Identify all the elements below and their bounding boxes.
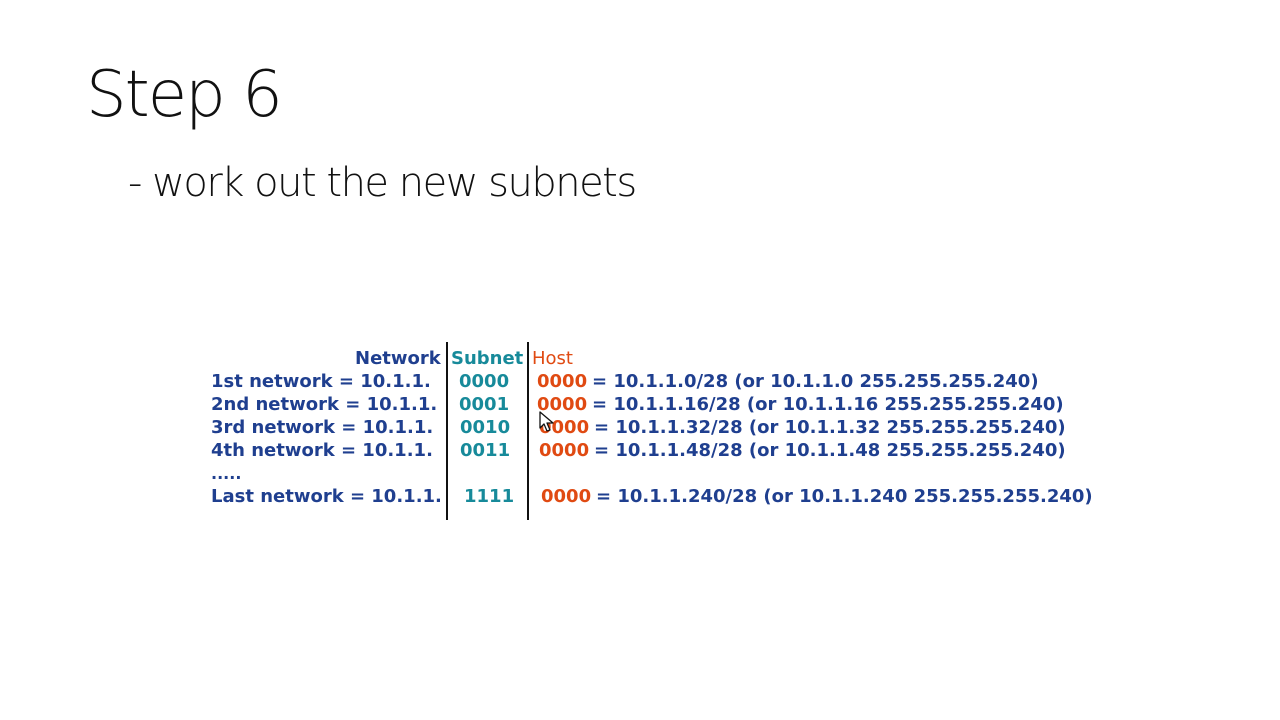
- header-host: Host: [532, 348, 573, 369]
- subnet-table: Network Subnet Host 1st network = 10.1.1…: [200, 338, 1100, 528]
- row-result: = 10.1.1.16/28 (or 10.1.1.16 255.255.255…: [592, 394, 1064, 415]
- divider-subnet-host: [527, 342, 529, 520]
- row-label: 4th network = 10.1.1.: [211, 440, 433, 461]
- row-host: 0000: [541, 486, 592, 507]
- row-subnet: 0001: [459, 394, 510, 415]
- row-result: = 10.1.1.0/28 (or 10.1.1.0 255.255.255.2…: [592, 371, 1039, 392]
- row-label: 3rd network = 10.1.1.: [211, 417, 434, 438]
- row-subnet: 1111: [464, 486, 515, 507]
- divider-network-subnet: [446, 342, 448, 520]
- row-label: Last network = 10.1.1.: [211, 486, 442, 507]
- row-host: 0000: [539, 440, 590, 461]
- page-subtitle: - work out the new subnets: [128, 160, 637, 206]
- row-ellipsis: .....: [211, 464, 242, 483]
- row-result: = 10.1.1.240/28 (or 10.1.1.240 255.255.2…: [596, 486, 1093, 507]
- row-result: = 10.1.1.32/28 (or 10.1.1.32 255.255.255…: [594, 417, 1066, 438]
- slide: Step 6 - work out the new subnets Networ…: [0, 0, 1280, 720]
- header-subnet: Subnet: [451, 348, 524, 369]
- row-label: 2nd network = 10.1.1.: [211, 394, 438, 415]
- row-subnet: 0010: [460, 417, 511, 438]
- row-result: = 10.1.1.48/28 (or 10.1.1.48 255.255.255…: [594, 440, 1066, 461]
- page-title: Step 6: [86, 58, 283, 132]
- row-host: 0000: [537, 371, 588, 392]
- row-subnet: 0011: [460, 440, 511, 461]
- row-label: 1st network = 10.1.1.: [211, 371, 431, 392]
- row-subnet: 0000: [459, 371, 510, 392]
- header-network: Network: [355, 348, 441, 369]
- mouse-pointer-icon: [539, 411, 554, 432]
